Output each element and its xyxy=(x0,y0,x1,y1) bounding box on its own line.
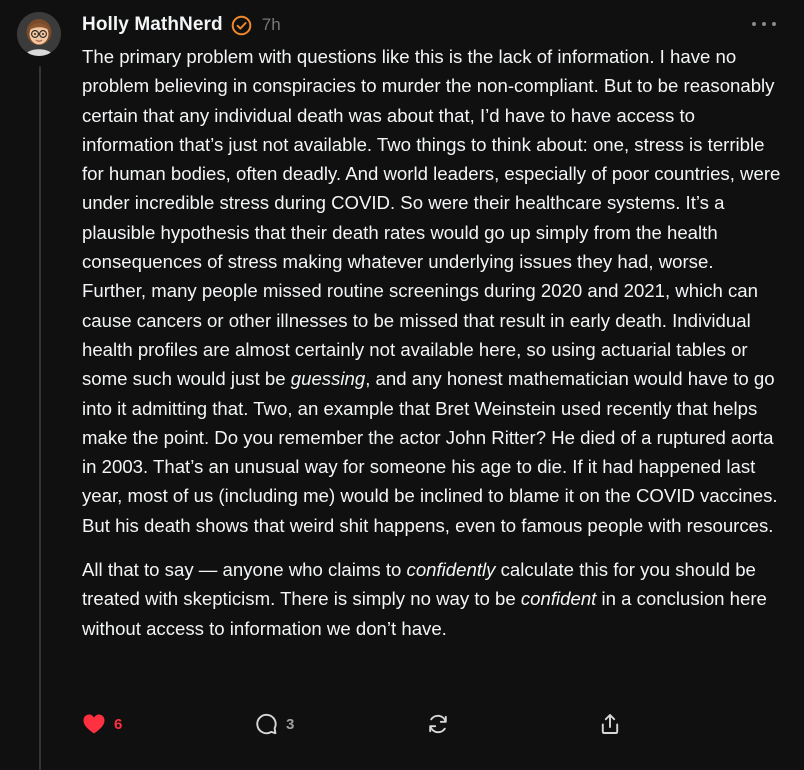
author-name[interactable]: Holly MathNerd xyxy=(82,14,223,36)
thread-post: Holly MathNerd 7h The primary problem wi… xyxy=(0,0,804,770)
avatar[interactable] xyxy=(17,12,61,56)
italic-text-segment: confidently xyxy=(406,559,496,581)
text-segment: , and any honest mathematician would hav… xyxy=(82,368,778,536)
reply-button[interactable]: 3 xyxy=(254,710,294,738)
repost-button[interactable] xyxy=(426,710,450,738)
post-header: Holly MathNerd 7h xyxy=(82,12,281,38)
like-count: 6 xyxy=(114,715,123,733)
italic-text-segment: guessing xyxy=(290,368,366,390)
more-options-icon[interactable] xyxy=(752,14,776,34)
repost-icon xyxy=(429,714,447,734)
heart-icon xyxy=(83,714,105,734)
post-paragraph: All that to say — anyone who claims to c… xyxy=(82,555,782,643)
share-button[interactable] xyxy=(598,710,622,738)
post-timestamp[interactable]: 7h xyxy=(262,15,281,35)
post-paragraph: The primary problem with questions like … xyxy=(82,42,782,540)
memoji-avatar-icon xyxy=(17,12,61,56)
text-segment: The primary problem with questions like … xyxy=(82,46,781,390)
thread-line xyxy=(39,66,41,770)
share-icon xyxy=(601,714,619,734)
post-body: The primary problem with questions like … xyxy=(82,42,782,643)
reply-count: 3 xyxy=(286,715,295,733)
verified-check-icon xyxy=(231,15,252,36)
italic-text-segment: confident xyxy=(520,588,597,610)
like-button[interactable]: 6 xyxy=(82,710,122,738)
comment-icon xyxy=(256,713,277,735)
text-segment: All that to say — anyone who claims to xyxy=(82,559,407,581)
post-actions: 6 3 xyxy=(82,710,782,738)
